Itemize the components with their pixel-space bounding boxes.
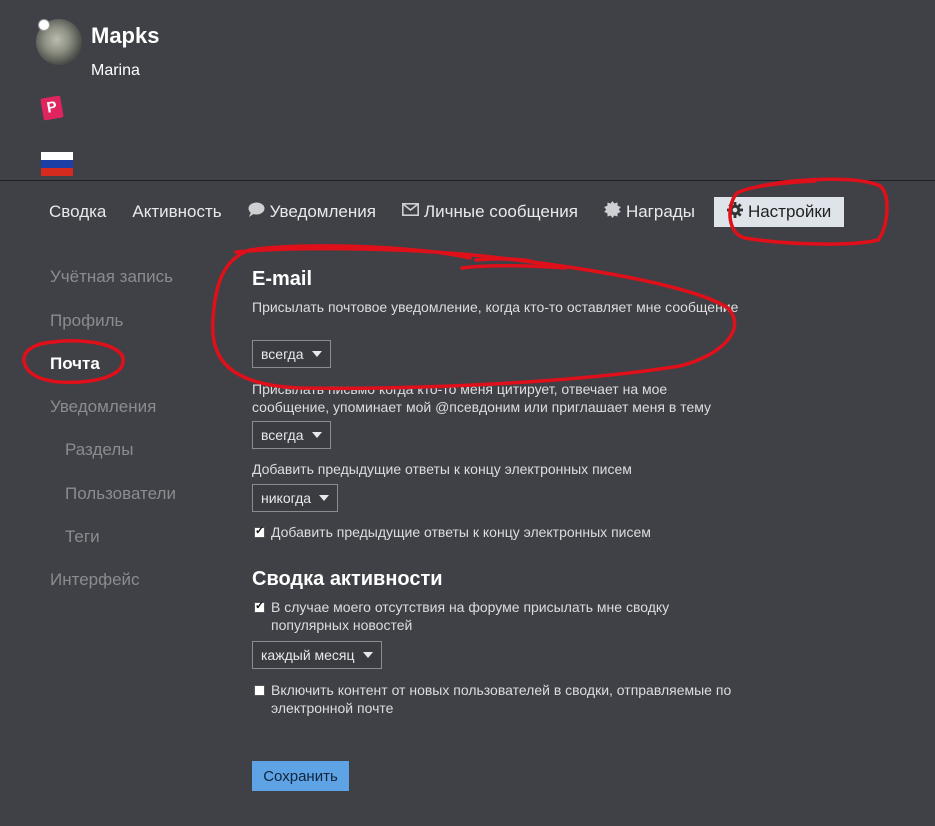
annotation-circle-mail-sidebar	[22, 339, 125, 385]
annotation-overlay	[22, 177, 889, 391]
annotation-circle-settings	[728, 177, 889, 246]
annotation-strokes	[22, 177, 889, 391]
annotation-stroke-email-top	[460, 263, 567, 270]
annotation-stroke-email-top-2	[474, 257, 532, 263]
